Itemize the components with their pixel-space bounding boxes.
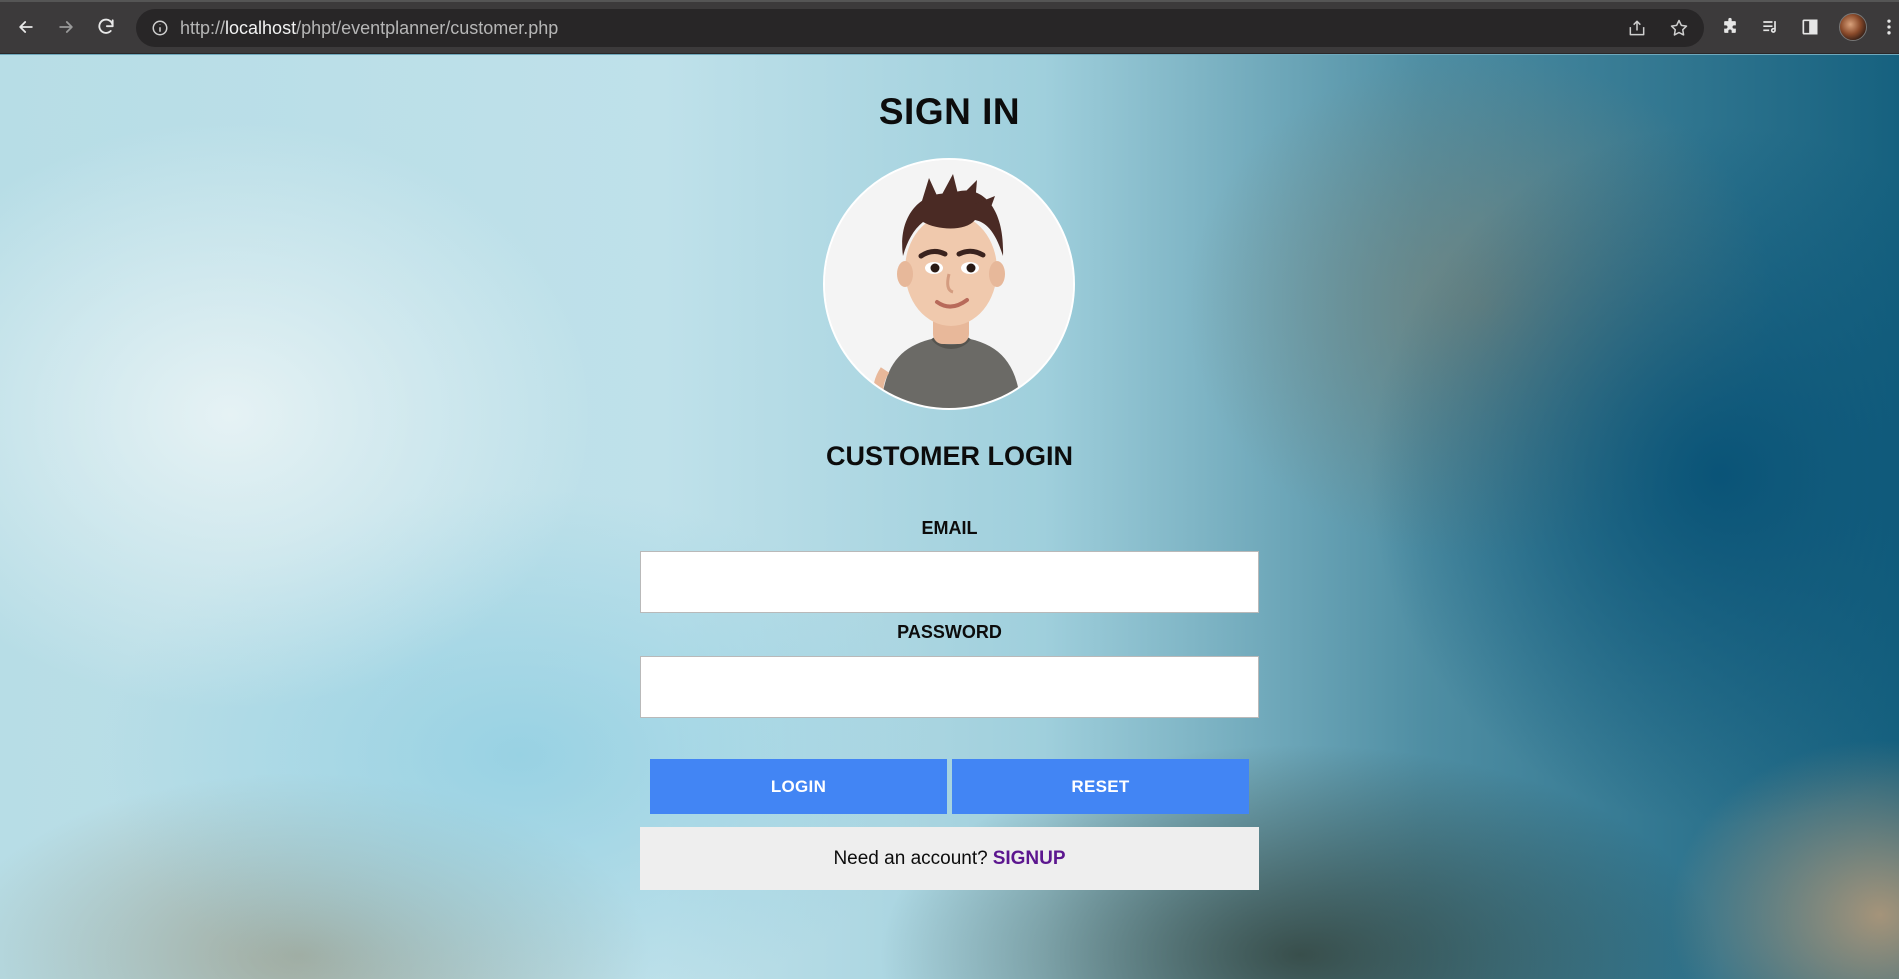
url-host: localhost <box>225 17 297 38</box>
page-background: SIGN IN CUSTOMER LOGIN EMAIL PASSWORD LO… <box>0 55 1899 979</box>
bookmark-star-icon[interactable] <box>1668 17 1690 39</box>
email-field[interactable] <box>640 551 1259 613</box>
url-text[interactable]: http://localhost/phpt/eventplanner/custo… <box>180 18 558 39</box>
side-panel-icon[interactable] <box>1799 16 1821 38</box>
password-label: PASSWORD <box>897 622 1002 642</box>
browser-toolbar: http://localhost/phpt/eventplanner/custo… <box>0 0 1899 54</box>
user-avatar-image <box>823 158 1075 410</box>
url-path: /phpt/eventplanner/customer.php <box>296 17 559 38</box>
signup-box: Need an account? SIGNUP <box>640 827 1259 890</box>
login-button[interactable]: LOGIN <box>650 759 947 814</box>
email-label: EMAIL <box>921 518 978 538</box>
profile-avatar-icon[interactable] <box>1839 13 1867 41</box>
password-field[interactable] <box>640 656 1259 718</box>
back-arrow-icon <box>19 20 33 33</box>
address-bar[interactable]: http://localhost/phpt/eventplanner/custo… <box>136 9 1704 47</box>
signup-prompt: Need an account? <box>833 847 988 869</box>
forward-arrow-icon <box>59 20 73 33</box>
login-heading: CUSTOMER LOGIN <box>825 441 1073 471</box>
url-scheme: http:// <box>180 17 226 38</box>
extensions-puzzle-icon[interactable] <box>1719 16 1741 38</box>
reading-list-icon[interactable] <box>1759 16 1781 38</box>
tab-strip-edge <box>0 0 1899 2</box>
share-icon[interactable] <box>1626 17 1648 39</box>
browser-menu-icon[interactable] <box>1885 16 1893 38</box>
reset-button[interactable]: RESET <box>952 759 1249 814</box>
signup-link[interactable]: SIGNUP <box>993 848 1066 870</box>
forward-button[interactable] <box>46 7 86 47</box>
back-button[interactable] <box>6 7 46 47</box>
site-info-icon[interactable] <box>150 18 170 38</box>
page-title: SIGN IN <box>878 91 1021 132</box>
reload-button[interactable] <box>86 7 126 47</box>
reload-icon <box>98 18 114 34</box>
